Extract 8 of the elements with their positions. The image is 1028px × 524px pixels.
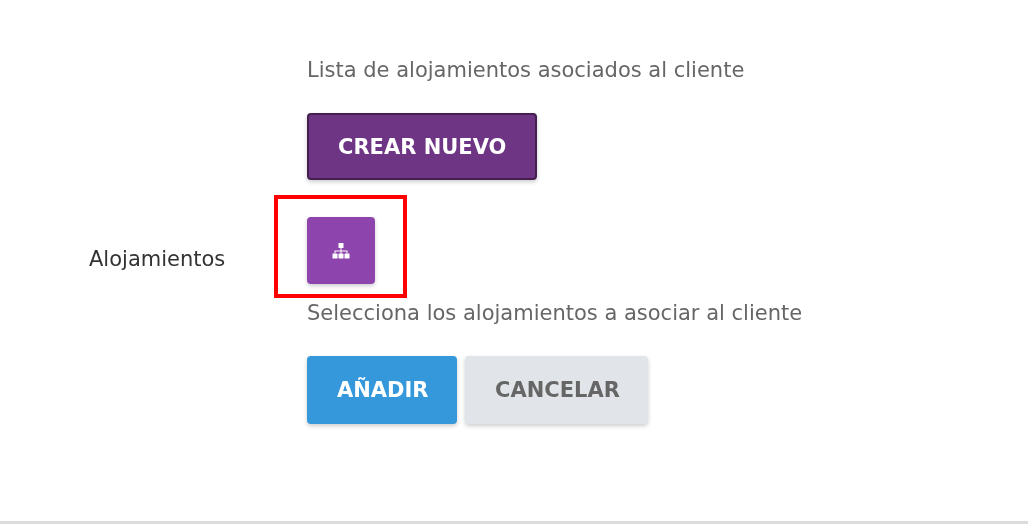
cancel-button[interactable]: CANCELAR	[465, 356, 648, 424]
create-new-button[interactable]: CREAR NUEVO	[307, 113, 538, 180]
field-label: Alojamientos	[88, 247, 227, 271]
select-caption: Selecciona los alojamientos a asociar al cliente	[307, 300, 803, 327]
add-button[interactable]: AÑADIR	[307, 356, 457, 424]
hierarchy-button[interactable]	[307, 217, 375, 284]
hierarchy-icon	[332, 242, 350, 259]
list-caption: Lista de alojamientos asociados al cliente	[307, 57, 745, 84]
